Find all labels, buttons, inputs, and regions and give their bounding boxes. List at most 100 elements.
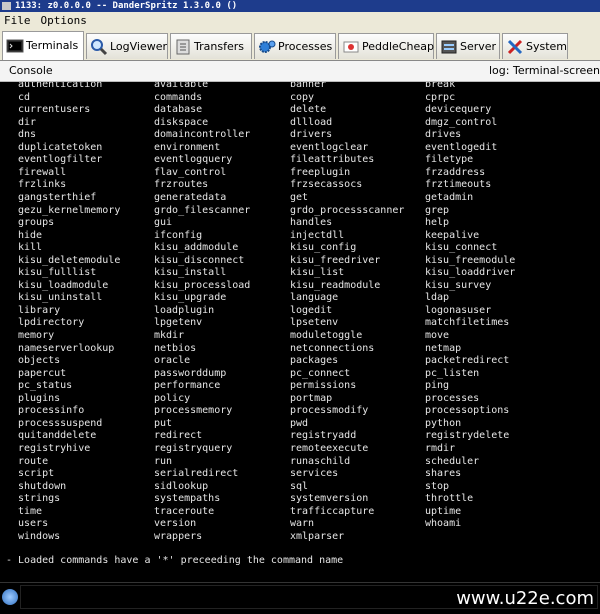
command-item: gangsterthief [18, 191, 97, 203]
menu-file[interactable]: File [4, 14, 31, 27]
command-item: remoteexecute [290, 442, 369, 454]
console-header: Console log: Terminal-screen [0, 61, 600, 82]
command-item: gezu_kernelmemory [18, 204, 121, 216]
command-item: domaincontroller [154, 129, 251, 141]
command-item: policy [154, 392, 191, 404]
server-icon [440, 38, 458, 56]
command-item: generatedata [154, 191, 227, 203]
command-item: kisu_freemodule [425, 254, 516, 266]
command-item: eventlogfilter [18, 154, 103, 166]
command-item: processes [425, 392, 480, 404]
command-item: getadmin [425, 191, 474, 203]
command-item: break [425, 82, 456, 90]
command-item: kisu_list [290, 267, 345, 279]
command-item: oracle [154, 355, 191, 367]
peddlecheap-icon [342, 38, 360, 56]
command-item: pwd [290, 417, 309, 429]
command-item: lpsetenv [290, 317, 339, 329]
command-item: time [18, 505, 43, 517]
tab-terminals[interactable]: Terminals [2, 31, 84, 60]
command-item: copy [290, 91, 315, 103]
tab-processes[interactable]: Processes [254, 33, 336, 59]
command-item: help [425, 217, 450, 229]
command-item: environment [154, 141, 221, 153]
command-item: users [18, 518, 49, 530]
command-item: processsuspend [18, 417, 103, 429]
command-item: frztimeouts [425, 179, 492, 191]
command-item: ping [425, 380, 450, 392]
tab-server[interactable]: Server [436, 33, 500, 59]
menu-bar: File Options [0, 12, 600, 30]
tab-terminals-label: Terminals [26, 39, 79, 52]
command-item: uptime [425, 505, 462, 517]
command-item: kisu_uninstall [18, 292, 103, 304]
command-item: sql [290, 480, 309, 492]
command-item: lpdirectory [18, 317, 85, 329]
command-item: processmodify [290, 405, 369, 417]
status-message: - Loaded commands have a '*' preceeding … [6, 555, 344, 566]
command-item: passworddump [154, 367, 227, 379]
command-item: eventlogquery [154, 154, 233, 166]
command-item: kisu_processload [154, 279, 251, 291]
command-item: language [290, 292, 339, 304]
command-item: kisu_survey [425, 279, 492, 291]
command-item: kisu_deletemodule [18, 254, 121, 266]
tab-processes-label: Processes [278, 40, 333, 53]
tab-system[interactable]: System [502, 33, 568, 59]
command-item: loadplugin [154, 304, 215, 316]
command-item: flav_control [154, 166, 227, 178]
command-item: throttle [425, 493, 474, 505]
command-item: keepalive [425, 229, 480, 241]
command-item: banner [290, 82, 327, 90]
command-item: pc_connect [290, 367, 351, 379]
command-item: database [154, 104, 203, 116]
command-item: dllload [290, 116, 333, 128]
tab-transfers[interactable]: Transfers [170, 33, 252, 59]
gears-icon [258, 38, 276, 56]
command-item: windows [18, 530, 61, 542]
tab-system-label: System [526, 40, 568, 53]
command-item: portmap [290, 392, 333, 404]
command-item: registryhive [18, 442, 91, 454]
command-item: nameserverlookup [18, 342, 115, 354]
command-item: rmdir [425, 442, 456, 454]
command-item: permissions [290, 380, 357, 392]
command-item: pc_listen [425, 367, 480, 379]
command-item: xmlparser [290, 530, 345, 542]
command-item: trafficcapture [290, 505, 375, 517]
tab-bar: Terminals LogViewer Transfers Processes … [0, 30, 600, 61]
command-item: scheduler [425, 455, 480, 467]
tab-logviewer[interactable]: LogViewer [86, 33, 168, 59]
command-item: objects [18, 355, 61, 367]
command-item: netmap [425, 342, 462, 354]
tab-logviewer-label: LogViewer [110, 40, 168, 53]
command-item: kisu_disconnect [154, 254, 245, 266]
tab-peddlecheap[interactable]: PeddleCheap [338, 33, 434, 59]
command-item: kisu_addmodule [154, 242, 239, 254]
command-item: freeplugin [290, 166, 351, 178]
command-item: packetredirect [425, 355, 510, 367]
command-item: processoptions [425, 405, 510, 417]
command-item: devicequery [425, 104, 492, 116]
command-item: library [18, 304, 61, 316]
command-item: cprpc [425, 91, 456, 103]
title-bar: 1133: z0.0.0.0 -- DanderSpritz 1.3.0.0 (… [0, 0, 600, 12]
command-item: ldap [425, 292, 450, 304]
command-item: registryquery [154, 442, 233, 454]
command-item: runaschild [290, 455, 351, 467]
command-item: shutdown [18, 480, 67, 492]
command-item: cd [18, 91, 31, 103]
command-item: kisu_install [154, 267, 227, 279]
log-label: log: Terminal-screen [489, 64, 600, 77]
command-item: registrydelete [425, 430, 510, 442]
command-item: services [290, 468, 339, 480]
command-item: sidlookup [154, 480, 209, 492]
command-item: dns [18, 129, 37, 141]
command-item: traceroute [154, 505, 215, 517]
watermark-text: www.u22e.com [456, 588, 594, 609]
command-item: systempaths [154, 493, 221, 505]
terminal-output[interactable]: - Loaded commands have a '*' preceeding … [0, 82, 600, 582]
command-item: netbios [154, 342, 197, 354]
command-item: packages [290, 355, 339, 367]
menu-options[interactable]: Options [41, 14, 87, 27]
